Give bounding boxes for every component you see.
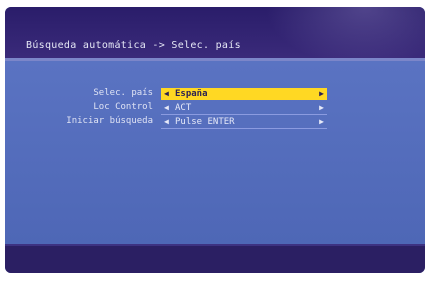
start-search-label: Iniciar búsqueda xyxy=(66,116,153,126)
arrow-right-icon[interactable]: ▶ xyxy=(319,88,324,100)
menu-body: Selec. país ◀ España ▶ Loc Control ◀ ACT… xyxy=(5,61,425,244)
loc-control-field[interactable]: ◀ ACT ▶ xyxy=(161,102,327,115)
arrow-left-icon[interactable]: ◀ xyxy=(164,88,169,100)
start-search-value: Pulse ENTER xyxy=(175,117,235,127)
menu-title: Búsqueda automática -> Selec. país xyxy=(26,40,241,51)
arrow-left-icon[interactable]: ◀ xyxy=(164,116,169,128)
country-select-field[interactable]: ◀ España ▶ xyxy=(161,88,327,100)
tv-menu-screen: Búsqueda automática -> Selec. país Selec… xyxy=(5,7,425,273)
country-value: España xyxy=(175,89,208,99)
menu-header: Búsqueda automática -> Selec. país xyxy=(5,7,425,67)
loc-control-label: Loc Control xyxy=(93,102,153,112)
menu-footer xyxy=(5,246,425,273)
loc-control-value: ACT xyxy=(175,103,192,113)
country-select-label: Selec. país xyxy=(93,88,153,98)
arrow-left-icon[interactable]: ◀ xyxy=(164,102,169,114)
arrow-right-icon[interactable]: ▶ xyxy=(319,116,324,128)
arrow-right-icon[interactable]: ▶ xyxy=(319,102,324,114)
start-search-field[interactable]: ◀ Pulse ENTER ▶ xyxy=(161,116,327,129)
